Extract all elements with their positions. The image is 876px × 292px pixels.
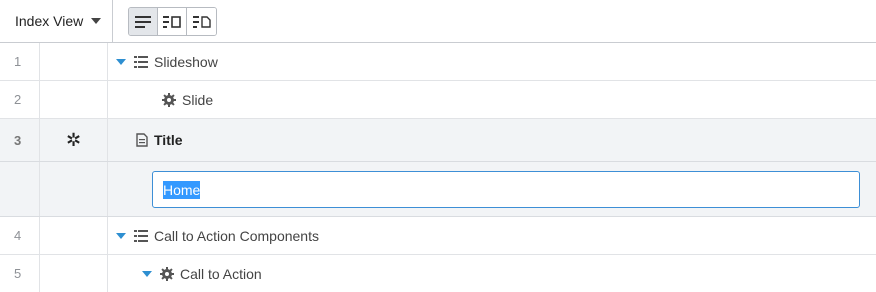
document-icon [136,133,148,147]
asterisk-marker-icon: ✲ [65,129,82,150]
expand-triangle-icon[interactable] [116,232,126,239]
row-number: 2 [0,81,40,118]
row-marker-cell [40,81,108,118]
row-marker-cell [40,255,108,292]
row-number [0,162,40,216]
row-number: 4 [0,217,40,254]
row-number: 5 [0,255,40,292]
list-with-page-icon [192,15,211,28]
expand-triangle-icon[interactable] [116,58,126,65]
list-with-page-button[interactable] [187,8,216,35]
table-row[interactable]: 4 Call to Action Components [0,217,876,255]
list-view-icon [135,15,151,28]
table-row[interactable]: 2 Slide [0,81,876,119]
expand-triangle-icon[interactable] [142,270,152,277]
row-number: 1 [0,43,40,80]
node-label: Slide [182,91,214,108]
node-label: Slideshow [154,53,218,70]
index-grid: 1 Slideshow 2 Slide 3 ✲ Title Home 4 Cal… [0,43,876,292]
list-icon [134,229,148,242]
caret-down-icon [91,18,102,24]
toolbar: Index View [0,0,876,43]
gear-icon [162,92,176,107]
table-row[interactable]: 1 Slideshow [0,43,876,81]
list-view-button[interactable] [129,8,158,35]
title-edit-field[interactable]: Home [152,171,860,208]
index-view-label: Index View [15,13,84,29]
row-marker-cell [40,162,108,216]
index-view-dropdown[interactable]: Index View [0,0,113,42]
node-label: Call to Action [180,265,262,282]
node-label: Call to Action Components [154,227,319,244]
list-with-box-icon [163,15,181,28]
list-with-box-button[interactable] [158,8,187,35]
edit-row: Home [0,162,876,217]
title-edit-value: Home [163,180,201,199]
list-icon [134,55,148,68]
view-toggle-group [128,7,217,36]
node-label: Title [154,132,183,148]
table-row[interactable]: 5 Call to Action [0,255,876,292]
row-marker-cell [40,217,108,254]
row-marker-cell [40,43,108,80]
table-row-selected[interactable]: 3 ✲ Title [0,119,876,162]
row-number: 3 [0,119,40,161]
row-marker-cell: ✲ [40,119,108,161]
gear-icon [160,266,174,281]
